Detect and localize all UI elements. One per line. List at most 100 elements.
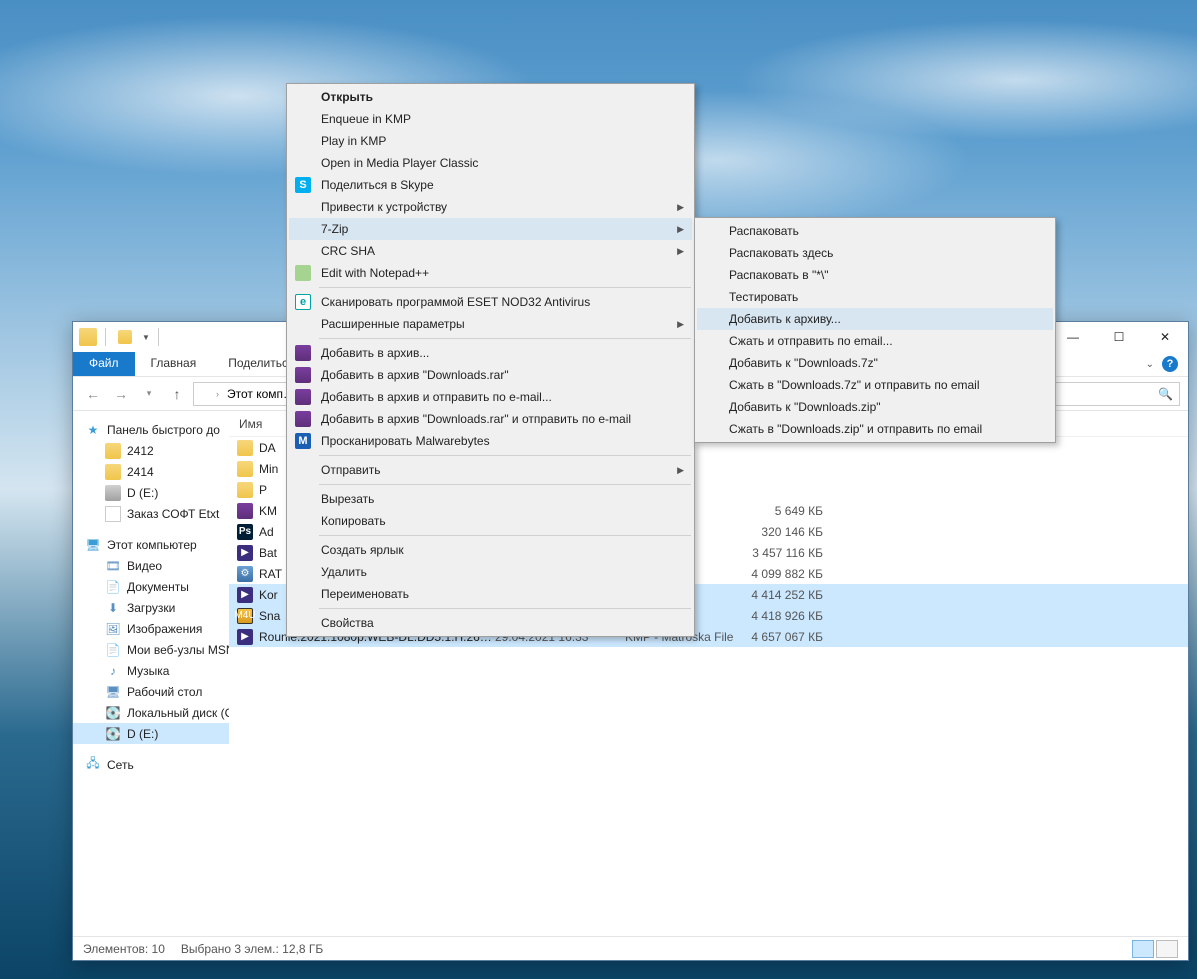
- vid-icon: ▶: [237, 545, 253, 561]
- menu-item[interactable]: Сжать в "Downloads.zip" и отправить по e…: [697, 418, 1053, 440]
- tree-item[interactable]: 🎞Видео: [73, 555, 229, 576]
- forward-button[interactable]: →: [109, 382, 133, 406]
- menu-item[interactable]: Распаковать здесь: [697, 242, 1053, 264]
- npp-icon: [295, 265, 311, 281]
- tree-this-pc[interactable]: 🖥Этот компьютер: [73, 534, 229, 555]
- menu-item-label: CRC SHA: [321, 244, 375, 258]
- menu-item[interactable]: SПоделиться в Skype: [289, 174, 692, 196]
- tree-item-label: 2414: [127, 465, 154, 479]
- tree-item[interactable]: Заказ СОФТ Etxt: [73, 503, 229, 524]
- minimize-button[interactable]: —: [1050, 322, 1096, 352]
- txt-icon: [105, 506, 121, 522]
- menu-item[interactable]: Open in Media Player Classic: [289, 152, 692, 174]
- help-icon[interactable]: ?: [1162, 356, 1178, 372]
- menu-item-label: Свойства: [321, 616, 374, 630]
- menu-item[interactable]: Сжать в "Downloads.7z" и отправить по em…: [697, 374, 1053, 396]
- menu-item-label: Переименовать: [321, 587, 409, 601]
- view-details-button[interactable]: [1132, 940, 1154, 958]
- tree-item-label: Видео: [127, 559, 162, 573]
- tab-file[interactable]: Файл: [73, 352, 135, 376]
- tree-quick-access[interactable]: ★Панель быстрого до: [73, 419, 229, 440]
- vid-icon: ▶: [237, 629, 253, 645]
- menu-item[interactable]: eСканировать программой ESET NOD32 Antiv…: [289, 291, 692, 313]
- menu-item[interactable]: MПросканировать Malwarebytes: [289, 430, 692, 452]
- file-size: 3 457 116 КБ: [745, 546, 835, 560]
- tree-item[interactable]: 🖥Рабочий стол: [73, 681, 229, 702]
- menu-item[interactable]: Добавить в архив...: [289, 342, 692, 364]
- close-button[interactable]: ✕: [1142, 322, 1188, 352]
- view-icons-button[interactable]: [1156, 940, 1178, 958]
- menu-item[interactable]: Расширенные параметры▶: [289, 313, 692, 335]
- menu-item[interactable]: Удалить: [289, 561, 692, 583]
- menu-item[interactable]: Создать ярлык: [289, 539, 692, 561]
- menu-item[interactable]: Распаковать: [697, 220, 1053, 242]
- menu-item-label: Добавить к "Downloads.7z": [729, 356, 878, 370]
- menu-item[interactable]: Добавить в архив "Downloads.rar" и отпра…: [289, 408, 692, 430]
- nav-tree[interactable]: ★Панель быстрого до 2412 2414 D (E:)Заказ …: [73, 411, 229, 936]
- tab-home[interactable]: Главная: [135, 352, 213, 376]
- menu-item[interactable]: Копировать: [289, 510, 692, 532]
- menu-item[interactable]: Распаковать в "*\": [697, 264, 1053, 286]
- menu-item[interactable]: Сжать и отправить по email...: [697, 330, 1053, 352]
- chevron-right-icon: ▶: [677, 202, 684, 213]
- search-icon[interactable]: 🔍: [1158, 387, 1173, 401]
- tree-item[interactable]: 💽D (E:): [73, 723, 229, 744]
- tree-item[interactable]: ♪Музыка: [73, 660, 229, 681]
- menu-item[interactable]: Добавить к "Downloads.7z": [697, 352, 1053, 374]
- menu-item[interactable]: Добавить в архив "Downloads.rar": [289, 364, 692, 386]
- file-size: 4 414 252 КБ: [745, 588, 835, 602]
- tree-item-label: Документы: [127, 580, 189, 594]
- tree-item[interactable]: 📄Документы: [73, 576, 229, 597]
- menu-item-label: Просканировать Malwarebytes: [321, 434, 490, 448]
- menu-item[interactable]: Открыть: [289, 86, 692, 108]
- menu-item-label: Добавить к архиву...: [729, 312, 841, 326]
- tree-item[interactable]: 2412: [73, 440, 229, 461]
- rar-icon: [237, 503, 253, 519]
- chevron-right-icon[interactable]: ›: [216, 389, 219, 399]
- menu-item[interactable]: Enqueue in KMP: [289, 108, 692, 130]
- status-selection: Выбрано 3 элем.: 12,8 ГБ: [181, 942, 323, 956]
- menu-item[interactable]: Привести к устройству▶: [289, 196, 692, 218]
- status-count: Элементов: 10: [83, 942, 165, 956]
- tree-item[interactable]: ⬇Загрузки: [73, 597, 229, 618]
- tree-item[interactable]: 🖼Изображения: [73, 618, 229, 639]
- vid-icon: ▶: [237, 587, 253, 603]
- up-button[interactable]: ↑: [165, 382, 189, 406]
- menu-item-label: Сканировать программой ESET NOD32 Antivi…: [321, 295, 590, 309]
- folder-icon: [198, 387, 212, 401]
- recent-dropdown[interactable]: ▾: [137, 382, 161, 406]
- menu-item[interactable]: Добавить к архиву...: [697, 308, 1053, 330]
- tree-item[interactable]: 📄Мои веб-узлы MSN: [73, 639, 229, 660]
- menu-item[interactable]: Edit with Notepad++: [289, 262, 692, 284]
- menu-item-label: Открыть: [321, 90, 373, 104]
- menu-item[interactable]: Play in KMP: [289, 130, 692, 152]
- menu-item-label: Тестировать: [729, 290, 798, 304]
- menu-item[interactable]: 7-Zip▶: [289, 218, 692, 240]
- tree-network[interactable]: 🖧Сеть: [73, 754, 229, 775]
- menu-item[interactable]: Добавить в архив и отправить по e-mail..…: [289, 386, 692, 408]
- menu-item-label: 7-Zip: [321, 222, 348, 236]
- menu-item[interactable]: Добавить к "Downloads.zip": [697, 396, 1053, 418]
- chevron-down-icon[interactable]: ▼: [142, 333, 150, 342]
- menu-item[interactable]: Переименовать: [289, 583, 692, 605]
- menu-item[interactable]: Отправить▶: [289, 459, 692, 481]
- file-size: 4 418 926 КБ: [745, 609, 835, 623]
- menu-item[interactable]: Вырезать: [289, 488, 692, 510]
- qat-button[interactable]: [114, 326, 136, 348]
- tree-item[interactable]: 💽Локальный диск (C: [73, 702, 229, 723]
- ribbon-expand-icon[interactable]: ⌄: [1146, 359, 1154, 370]
- folder-icon: [105, 464, 121, 480]
- menu-item[interactable]: Тестировать: [697, 286, 1053, 308]
- menu-item-label: Добавить в архив "Downloads.rar": [321, 368, 509, 382]
- context-menu[interactable]: Открыть Enqueue in KMPPlay in KMPOpen in …: [286, 83, 695, 637]
- drive-icon: [105, 485, 121, 501]
- tree-item[interactable]: D (E:): [73, 482, 229, 503]
- item-icon: 🖼: [105, 621, 121, 637]
- context-submenu-7zip[interactable]: РаспаковатьРаспаковать здесьРаспаковать …: [694, 217, 1056, 443]
- back-button[interactable]: ←: [81, 382, 105, 406]
- menu-item[interactable]: CRC SHA▶: [289, 240, 692, 262]
- tree-item[interactable]: 2414: [73, 461, 229, 482]
- menu-item[interactable]: Свойства: [289, 612, 692, 634]
- ps-icon: Ps: [237, 524, 253, 540]
- maximize-button[interactable]: ☐: [1096, 322, 1142, 352]
